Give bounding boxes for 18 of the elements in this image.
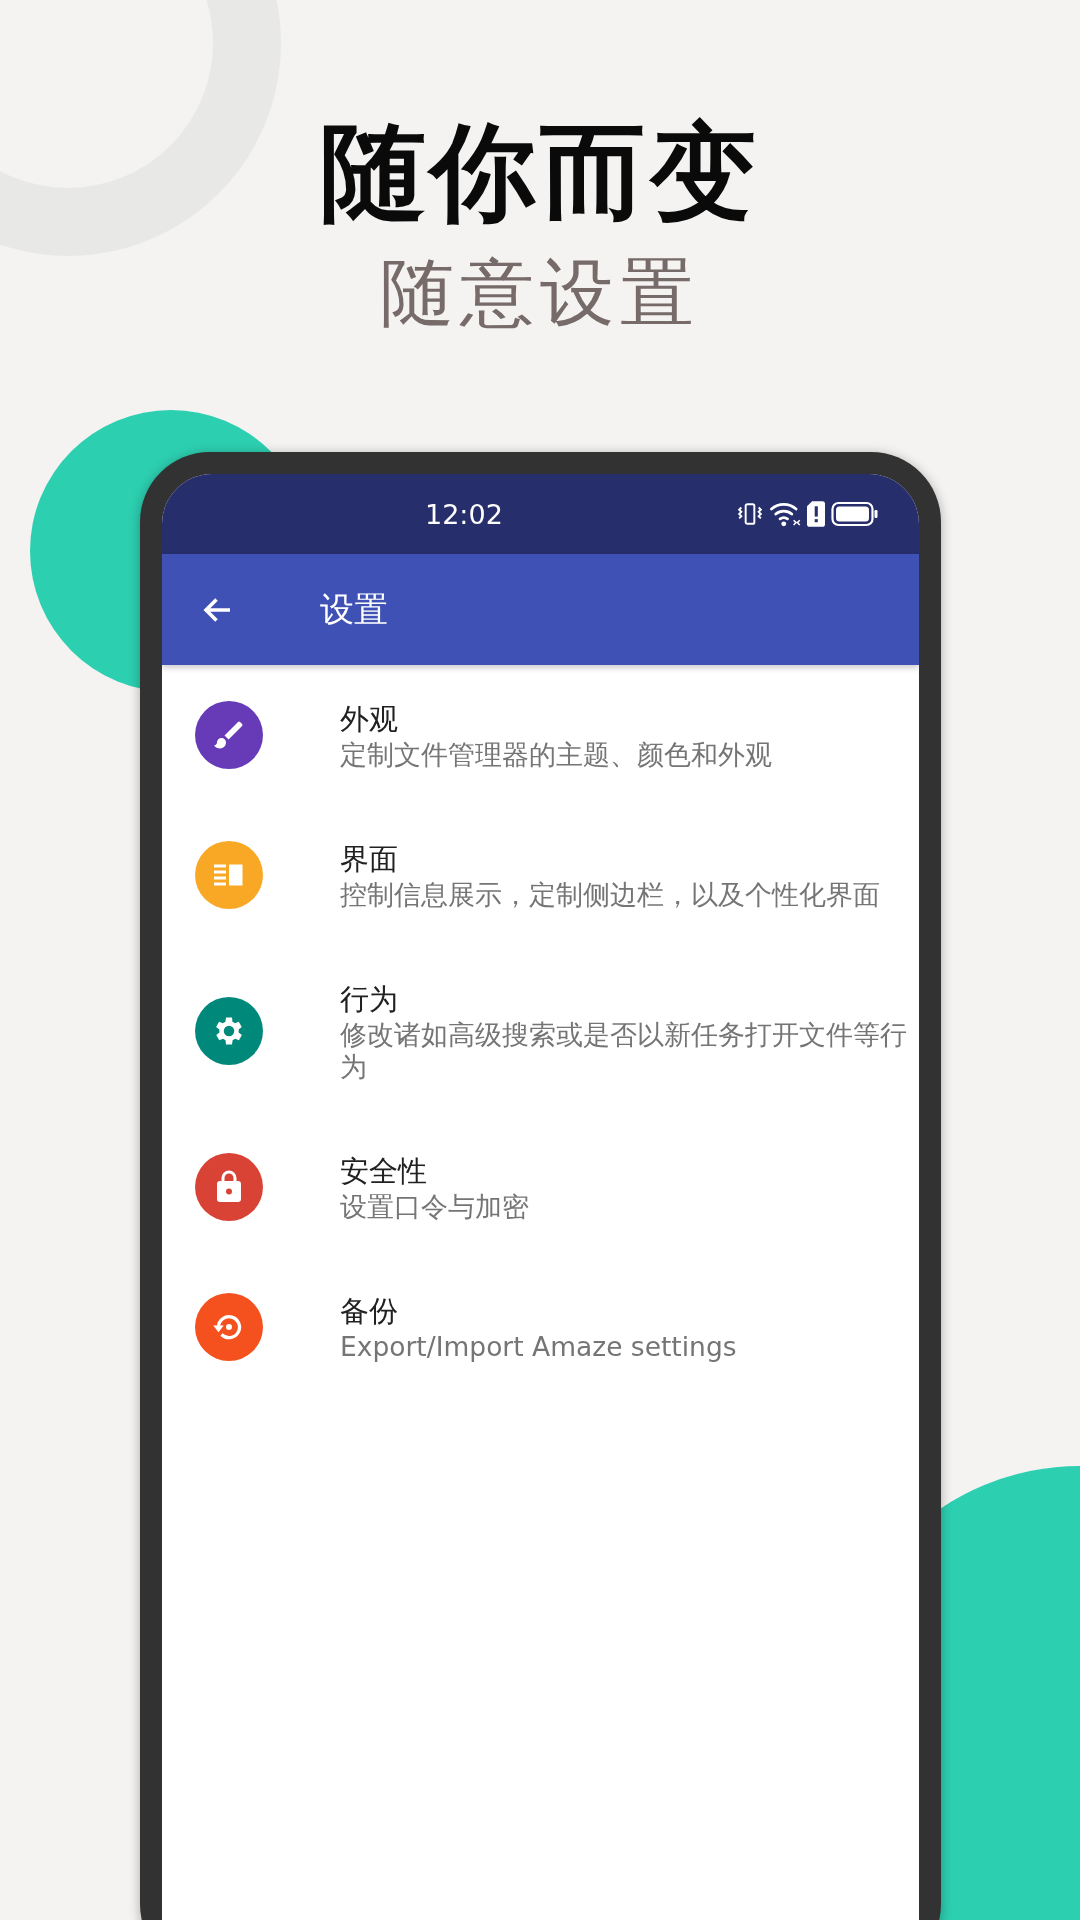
sim-alert-icon <box>807 501 825 527</box>
wifi-icon <box>769 500 801 528</box>
item-title: 备份 <box>340 1293 399 1330</box>
headline: 随你而变 <box>320 110 760 235</box>
item-description: Export/Import Amaze settings <box>340 1331 738 1363</box>
item-description: 设置口令与加密 <box>340 1191 530 1223</box>
subheadline: 随意设置 <box>380 248 700 337</box>
status-time: 12:02 <box>425 498 503 530</box>
item-title: 安全性 <box>340 1153 428 1190</box>
item-description: 修改诸如高级搜索或是否以新任务打开文件等行为 <box>340 1019 908 1083</box>
battery-icon <box>831 501 879 527</box>
app-bar-title: 设置 <box>320 587 388 631</box>
item-title: 界面 <box>340 841 399 878</box>
item-description: 控制信息展示，定制侧边栏，以及个性化界面 <box>340 879 881 911</box>
item-title: 外观 <box>340 701 399 738</box>
vibrate-icon <box>737 501 763 527</box>
item-description: 定制文件管理器的主题、颜色和外观 <box>340 739 773 771</box>
item-title: 行为 <box>340 981 399 1018</box>
